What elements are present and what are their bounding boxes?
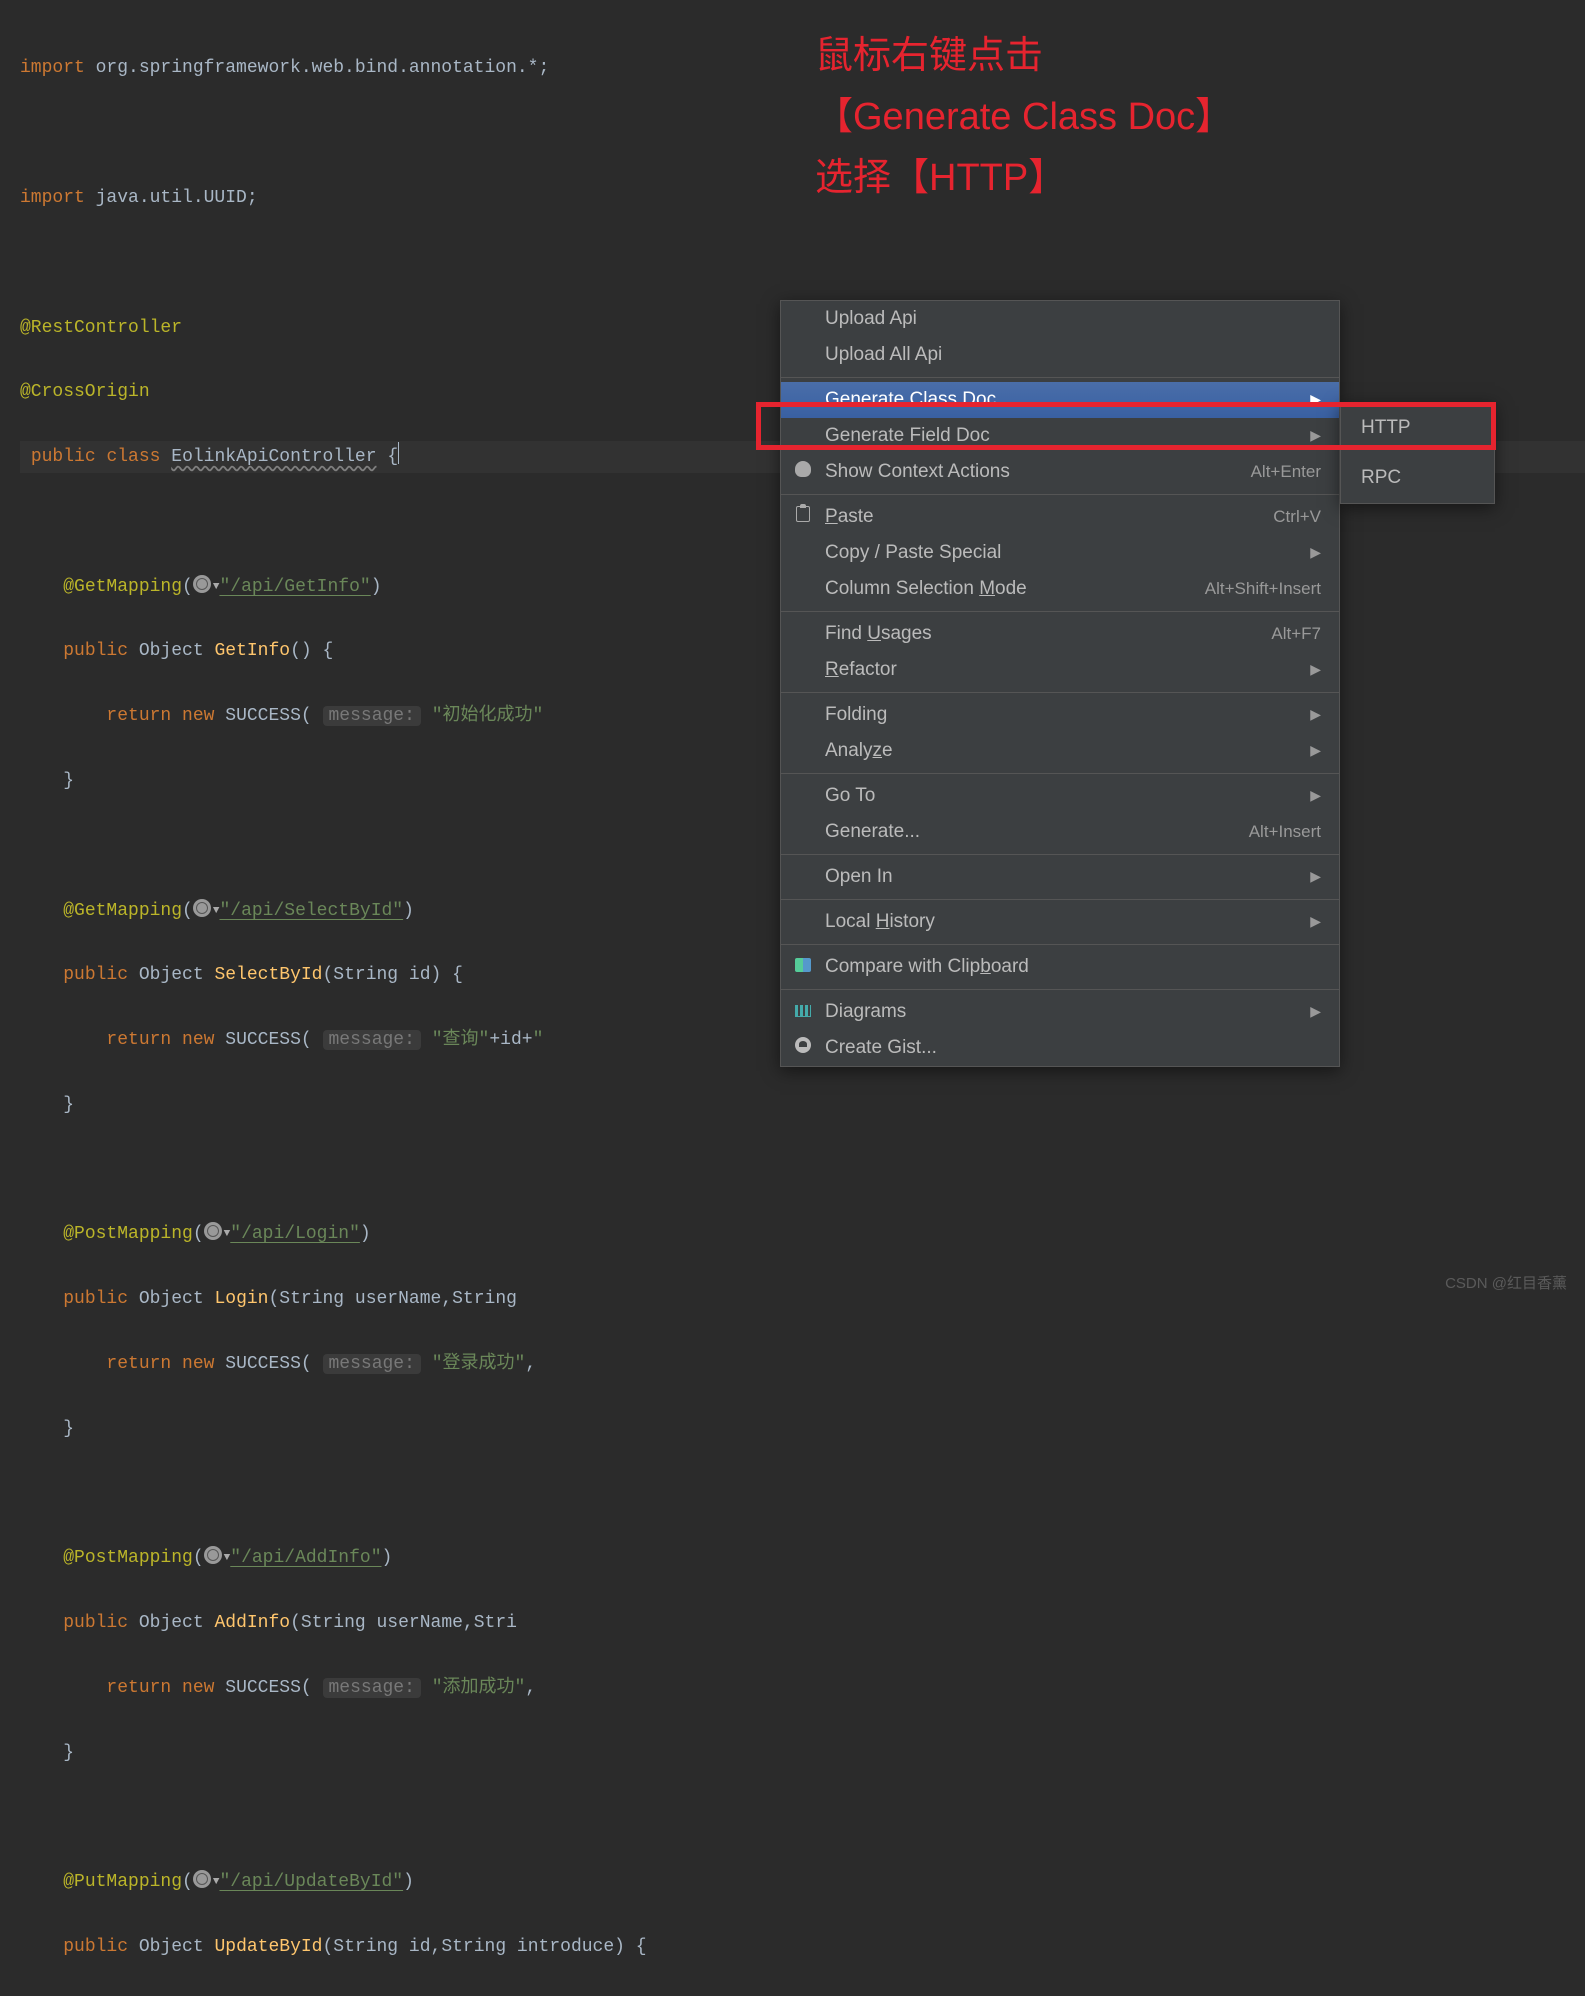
menu-open-in[interactable]: Open In▶	[781, 859, 1339, 895]
menu-generate[interactable]: Generate...Alt+Insert	[781, 814, 1339, 850]
chevron-right-icon: ▶	[1310, 702, 1321, 727]
menu-go-to[interactable]: Go To▶	[781, 778, 1339, 814]
menu-find-usages[interactable]: Find UsagesAlt+F7	[781, 616, 1339, 652]
menu-separator	[781, 692, 1339, 693]
menu-separator	[781, 854, 1339, 855]
compare-icon	[793, 950, 813, 984]
menu-analyze[interactable]: Analyze▶	[781, 733, 1339, 769]
menu-diagrams[interactable]: Diagrams▶	[781, 994, 1339, 1030]
menu-separator	[781, 944, 1339, 945]
menu-separator	[781, 377, 1339, 378]
globe-icon	[193, 575, 211, 593]
submenu-http[interactable]: HTTP	[1341, 403, 1494, 453]
chevron-right-icon: ▶	[1310, 783, 1321, 808]
chevron-down-icon: ▼	[213, 1876, 220, 1888]
globe-icon	[193, 1870, 211, 1888]
globe-icon	[204, 1546, 222, 1564]
chevron-right-icon: ▶	[1310, 909, 1321, 934]
chevron-right-icon: ▶	[1310, 999, 1321, 1024]
menu-local-history[interactable]: Local History▶	[781, 904, 1339, 940]
menu-separator	[781, 773, 1339, 774]
github-icon	[793, 1031, 813, 1065]
menu-upload-api[interactable]: Upload Api	[781, 301, 1339, 337]
chevron-right-icon: ▶	[1310, 423, 1321, 448]
chevron-right-icon: ▶	[1310, 387, 1321, 412]
menu-separator	[781, 494, 1339, 495]
menu-copy-paste-special[interactable]: Copy / Paste Special▶	[781, 535, 1339, 571]
submenu-rpc[interactable]: RPC	[1341, 453, 1494, 503]
chevron-right-icon: ▶	[1310, 657, 1321, 682]
globe-icon	[204, 1222, 222, 1240]
menu-folding[interactable]: Folding▶	[781, 697, 1339, 733]
bulb-icon	[793, 455, 813, 489]
menu-generate-field-doc[interactable]: Generate Field Doc▶	[781, 418, 1339, 454]
chevron-right-icon: ▶	[1310, 540, 1321, 565]
globe-icon	[193, 899, 211, 917]
menu-separator	[781, 989, 1339, 990]
watermark: CSDN @红目香薰	[1445, 1270, 1567, 1297]
menu-upload-all[interactable]: Upload All Api	[781, 337, 1339, 373]
menu-create-gist[interactable]: Create Gist...	[781, 1030, 1339, 1066]
menu-separator	[781, 899, 1339, 900]
menu-paste[interactable]: PasteCtrl+V	[781, 499, 1339, 535]
menu-separator	[781, 611, 1339, 612]
menu-column-selection[interactable]: Column Selection ModeAlt+Shift+Insert	[781, 571, 1339, 607]
context-menu: Upload Api Upload All Api Generate Class…	[780, 300, 1340, 1067]
chevron-right-icon: ▶	[1310, 738, 1321, 763]
clipboard-icon	[793, 500, 813, 534]
diagram-icon	[793, 995, 813, 1029]
chevron-down-icon: ▼	[224, 1552, 231, 1564]
submenu-generate-class-doc: HTTP RPC	[1340, 402, 1495, 504]
menu-refactor[interactable]: Refactor▶	[781, 652, 1339, 688]
menu-compare-clipboard[interactable]: Compare with Clipboard	[781, 949, 1339, 985]
menu-generate-class-doc[interactable]: Generate Class Doc▶	[781, 382, 1339, 418]
menu-show-context-actions[interactable]: Show Context ActionsAlt+Enter	[781, 454, 1339, 490]
chevron-right-icon: ▶	[1310, 864, 1321, 889]
